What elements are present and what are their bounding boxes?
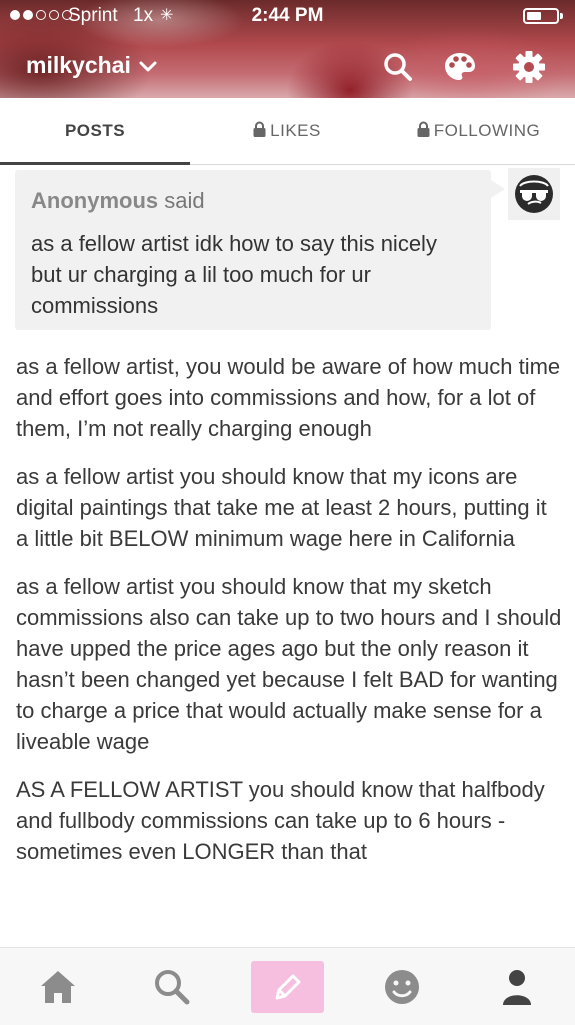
sunglasses-icon — [515, 175, 553, 213]
answer-paragraph: AS A FELLOW ARTIST you should know that … — [16, 777, 545, 864]
bottom-tab-bar — [0, 947, 575, 1025]
status-time: 2:44 PM — [251, 5, 324, 26]
tab-likes[interactable]: LIKES — [192, 98, 382, 164]
battery-level — [527, 12, 541, 20]
tab-following-label: FOLLOWING — [433, 121, 541, 140]
blog-name: milkychai — [26, 52, 131, 78]
answer-paragraph: as a fellow artist, you would be aware o… — [16, 354, 561, 441]
blog-switcher[interactable]: milkychai — [26, 52, 157, 79]
anonymous-avatar — [508, 168, 560, 220]
status-bar: Sprint 1x ✳ 2:44 PM — [0, 0, 575, 34]
asker-line: Anonymous said — [31, 188, 205, 214]
lock-icon — [253, 121, 266, 142]
post-content[interactable]: Anonymous said as a fellow artist idk ho… — [0, 165, 575, 945]
ask-question: as a fellow artist idk how to say this n… — [31, 231, 437, 318]
gear-icon[interactable] — [510, 48, 548, 86]
lock-icon — [417, 121, 430, 142]
profile-tabs: POSTS LIKES FOLLOWING — [0, 98, 575, 165]
ask-bubble: Anonymous said as a fellow artist idk ho… — [15, 170, 505, 330]
asker-said: said — [164, 188, 205, 213]
chevron-down-icon — [139, 52, 157, 79]
palette-icon[interactable] — [441, 48, 479, 86]
compose-icon[interactable] — [251, 961, 324, 1013]
account-icon[interactable] — [492, 962, 542, 1012]
asker-name: Anonymous — [31, 188, 159, 213]
tab-posts-label: POSTS — [64, 121, 126, 140]
tab-posts[interactable]: POSTS — [0, 98, 190, 164]
home-icon[interactable] — [33, 962, 83, 1012]
search-icon[interactable] — [147, 962, 197, 1012]
blog-bar: milkychai — [0, 40, 575, 94]
answer-body: as a fellow artist, you would be aware o… — [16, 351, 564, 884]
tab-following[interactable]: FOLLOWING — [382, 98, 575, 164]
answer-paragraph: as a fellow artist you should know that … — [16, 574, 562, 754]
answer-paragraph: as a fellow artist you should know that … — [16, 464, 547, 551]
search-icon[interactable] — [379, 48, 417, 86]
activity-icon[interactable] — [377, 962, 427, 1012]
tab-likes-label: LIKES — [270, 121, 321, 140]
battery-icon — [523, 8, 563, 24]
blog-header: Sprint 1x ✳ 2:44 PM milkychai — [0, 0, 575, 98]
